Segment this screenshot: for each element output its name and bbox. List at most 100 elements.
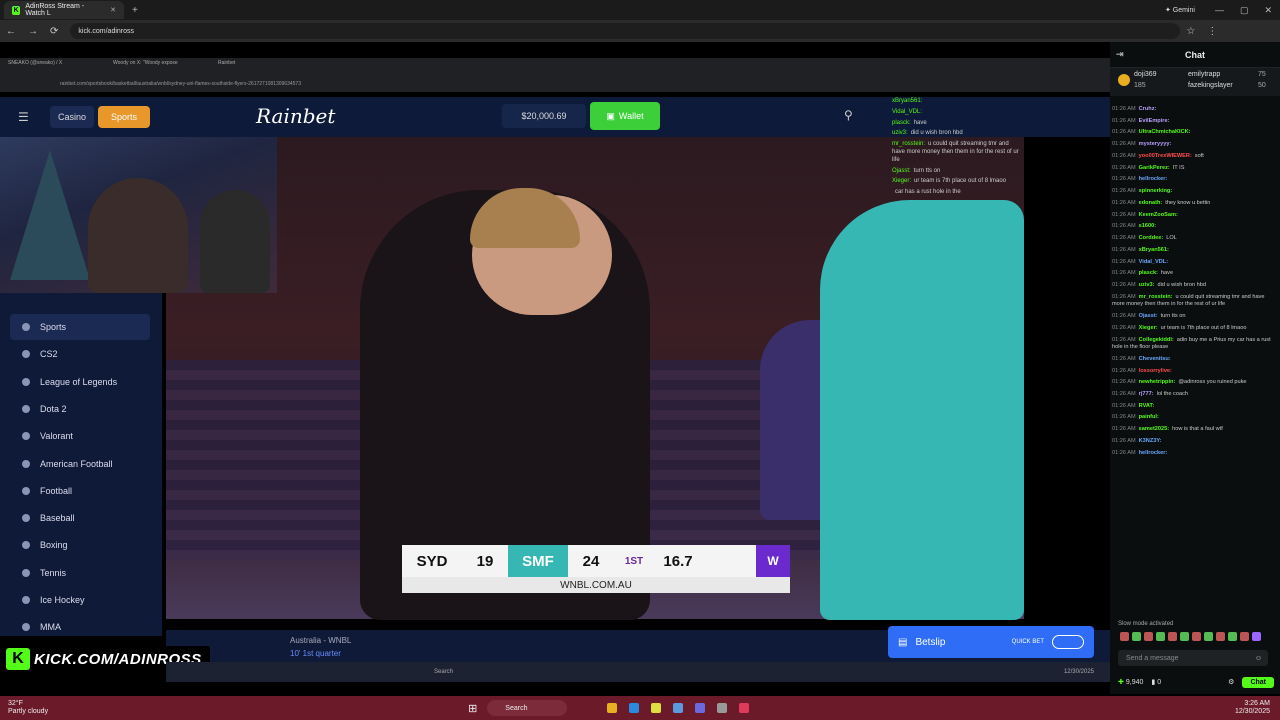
- chat-message[interactable]: 01:26 AM Ojasst: turn tts on: [1112, 313, 1278, 321]
- chat-message[interactable]: 01:26 AM uziv3: did u wish bron hbd: [1112, 282, 1278, 290]
- chat-message[interactable]: 01:26 AM Corddee: LOL: [1112, 235, 1278, 243]
- chat-message[interactable]: 01:26 AM UltraChmichaKICK:: [1112, 129, 1278, 137]
- chat-message[interactable]: 01:26 AM KeemZooSam:: [1112, 212, 1278, 220]
- message-username[interactable]: mysteryyyy:: [1139, 141, 1172, 147]
- bookmark-star-icon[interactable]: ☆: [1186, 26, 1195, 37]
- message-username[interactable]: xBryan561:: [1139, 247, 1169, 253]
- emoji-icon[interactable]: ☺: [1255, 655, 1262, 662]
- chat-message[interactable]: 01:26 AM Cruhz:: [1112, 106, 1278, 114]
- chat-message[interactable]: 01:26 AM mysteryyyy:: [1112, 141, 1278, 149]
- chat-message[interactable]: 01:26 AM RVAT:: [1112, 403, 1278, 411]
- file-explorer-icon[interactable]: [607, 703, 618, 713]
- chat-message[interactable]: 01:26 AM Collegekiddl: adin buy me a Prius…: [1112, 337, 1278, 352]
- emote-icon[interactable]: [1240, 632, 1249, 641]
- send-message-input[interactable]: Send a message ☺: [1118, 650, 1268, 666]
- emote-icon[interactable]: [1120, 632, 1129, 641]
- emote-icon[interactable]: [1192, 632, 1201, 641]
- emote-icon[interactable]: [1180, 632, 1189, 641]
- chat-message[interactable]: 01:26 AM Vidal_VDL:: [1112, 259, 1278, 267]
- close-icon[interactable]: ✕: [110, 6, 116, 14]
- forward-icon[interactable]: →: [28, 26, 38, 37]
- chat-message[interactable]: 01:26 AM painful:: [1112, 414, 1278, 422]
- chat-send-button[interactable]: Chat: [1242, 676, 1274, 688]
- message-username[interactable]: Cruhz:: [1139, 106, 1157, 112]
- message-username[interactable]: hellrocker:: [1139, 450, 1168, 456]
- emote-icon[interactable]: [1216, 632, 1225, 641]
- message-username[interactable]: mr_rosstein:: [1139, 294, 1173, 300]
- message-username[interactable]: Chevenitsu:: [1139, 356, 1171, 362]
- message-username[interactable]: EvilEmpire:: [1139, 118, 1170, 124]
- browser-tab-adinross[interactable]: K AdinRoss Stream - Watch L ✕: [4, 1, 124, 19]
- collapse-chat-icon[interactable]: ⇥: [1116, 49, 1124, 60]
- chat-message[interactable]: 01:26 AM hellrocker:: [1112, 450, 1278, 458]
- chat-message[interactable]: 01:26 AM EvilEmpire:: [1112, 118, 1278, 126]
- message-username[interactable]: painful:: [1139, 414, 1159, 420]
- weather-widget[interactable]: 32°F Partly cloudy: [8, 700, 48, 715]
- maximize-icon[interactable]: ▢: [1240, 5, 1249, 16]
- gift-leaderboard[interactable]: doji369 185 emilytrapp 75 fazekingslayer…: [1110, 68, 1280, 96]
- message-username[interactable]: samet2025:: [1139, 426, 1169, 432]
- chat-message[interactable]: 01:26 AM s1600:: [1112, 223, 1278, 231]
- settings-gear-icon[interactable]: ⚙: [1228, 678, 1234, 686]
- chat-message[interactable]: 01:26 AM xBryan561:: [1112, 247, 1278, 255]
- chat-message[interactable]: 01:26 AM spinnerking:: [1112, 188, 1278, 196]
- chat-message[interactable]: 01:26 AM plasck: have: [1112, 270, 1278, 278]
- music-icon[interactable]: [739, 703, 750, 713]
- url-input[interactable]: kick.com/adinross: [70, 23, 1181, 39]
- message-username[interactable]: plasck:: [1139, 270, 1158, 276]
- message-username[interactable]: Vidal_VDL:: [1139, 259, 1168, 265]
- message-username[interactable]: uziv3:: [1139, 282, 1155, 288]
- chat-message[interactable]: 01:26 AM K3NZ3Y:: [1112, 438, 1278, 446]
- new-tab-icon[interactable]: +: [132, 5, 138, 16]
- message-username[interactable]: Corddee:: [1139, 235, 1164, 241]
- chat-message[interactable]: 01:26 AM Xieger: ur team is 7th place out …: [1112, 325, 1278, 333]
- message-username[interactable]: GarikPerez:: [1139, 165, 1170, 171]
- message-username[interactable]: K3NZ3Y:: [1139, 438, 1162, 444]
- minimize-icon[interactable]: —: [1215, 5, 1224, 15]
- edge-icon[interactable]: [629, 703, 640, 713]
- chat-message[interactable]: 01:26 AM hellrocker:: [1112, 176, 1278, 184]
- chat-message[interactable]: 01:26 AM lossorrylive:: [1112, 368, 1278, 376]
- message-username[interactable]: s1600:: [1139, 223, 1156, 229]
- menu-dots-icon[interactable]: ⋮: [1207, 26, 1217, 37]
- message-username[interactable]: RVAT:: [1139, 403, 1155, 409]
- message-username[interactable]: Xieger:: [1139, 325, 1158, 331]
- chat-message[interactable]: 01:26 AM newhetrippin: @adinross you ruine…: [1112, 379, 1278, 387]
- message-username[interactable]: edonath:: [1139, 200, 1163, 206]
- reload-icon[interactable]: ⟳: [50, 26, 58, 37]
- emote-icon[interactable]: [1144, 632, 1153, 641]
- chat-message[interactable]: 01:26 AM GarikPerez: IT IS: [1112, 165, 1278, 173]
- message-username[interactable]: KeemZooSam:: [1139, 212, 1178, 218]
- emote-icon[interactable]: [1228, 632, 1237, 641]
- emote-icon[interactable]: [1132, 632, 1141, 641]
- chat-message[interactable]: 01:26 AM samet2025: how is that a faul wtf: [1112, 426, 1278, 434]
- store-icon[interactable]: [673, 703, 684, 713]
- emote-icon[interactable]: [1252, 632, 1261, 641]
- message-username[interactable]: spinnerking:: [1139, 188, 1173, 194]
- message-username[interactable]: lossorrylive:: [1139, 368, 1172, 374]
- discord-icon[interactable]: [695, 703, 706, 713]
- message-username[interactable]: yoo00TrexWIEWER:: [1139, 153, 1192, 159]
- chat-message[interactable]: 01:26 AM edonath: they know u bettin: [1112, 200, 1278, 208]
- message-username[interactable]: Ojasst:: [1139, 313, 1158, 319]
- chat-message[interactable]: 01:26 AM yoo00TrexWIEWER: soft: [1112, 153, 1278, 161]
- chat-message[interactable]: 01:26 AM Chevenitsu:: [1112, 356, 1278, 364]
- taskbar-clock[interactable]: 3:26 AM 12/30/2025: [1235, 700, 1270, 716]
- windows-start-icon[interactable]: ⊞: [468, 702, 477, 715]
- close-window-icon[interactable]: ✕: [1264, 5, 1272, 16]
- message-username[interactable]: rj777:: [1139, 391, 1154, 397]
- emote-icon[interactable]: [1168, 632, 1177, 641]
- chat-message[interactable]: 01:26 AM mr_rosstein: u could quit streami…: [1112, 294, 1278, 309]
- message-username[interactable]: newhetrippin:: [1139, 379, 1176, 385]
- back-icon[interactable]: ←: [6, 26, 16, 37]
- gemini-button[interactable]: ✦ Gemini: [1165, 6, 1195, 14]
- message-username[interactable]: hellrocker:: [1139, 176, 1168, 182]
- chrome-icon[interactable]: [651, 703, 662, 713]
- taskbar-search[interactable]: Search: [487, 700, 568, 716]
- message-username[interactable]: UltraChmichaKICK:: [1139, 129, 1191, 135]
- settings-icon[interactable]: [717, 703, 728, 713]
- emote-icon[interactable]: [1156, 632, 1165, 641]
- chat-message[interactable]: 01:26 AM rj777: lol the coach: [1112, 391, 1278, 399]
- message-username[interactable]: Collegekiddl:: [1139, 337, 1174, 343]
- emote-icon[interactable]: [1204, 632, 1213, 641]
